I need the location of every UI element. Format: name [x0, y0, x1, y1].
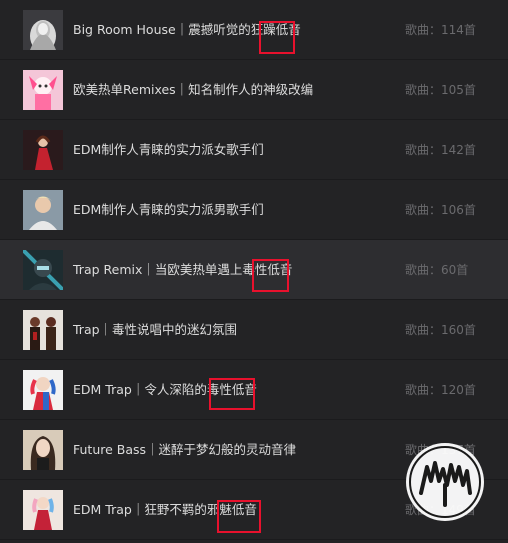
playlist-row[interactable]: Future Bass｜迷醉于梦幻般的灵动音律 歌曲：137首 [0, 420, 508, 480]
playlist-row[interactable]: Trap Remix｜当欧美热单遇上毒性低音 歌曲：60首 [0, 240, 508, 300]
playlist-song-count: 歌曲：137首 [405, 443, 476, 457]
playlist-song-count: 歌曲：106首 [405, 203, 476, 217]
playlist-cover[interactable] [23, 250, 63, 290]
playlist-title[interactable]: EDM制作人青睐的实力派女歌手们 [73, 120, 264, 180]
playlist-song-count: 歌曲：60首 [405, 263, 469, 277]
playlist-cover[interactable] [23, 190, 63, 230]
playlist-title[interactable]: Trap｜毒性说唱中的迷幻氛围 [73, 300, 237, 360]
playlist-row[interactable]: EDM制作人青睐的实力派女歌手们 歌曲：142首 [0, 120, 508, 180]
playlist-song-count: 歌曲：142首 [405, 143, 476, 157]
playlist-title[interactable]: EDM制作人青睐的实力派男歌手们 [73, 180, 264, 240]
playlist-song-count: 歌曲：120首 [405, 383, 476, 397]
playlist-list: Big Room House｜震撼听觉的狂躁低音 歌曲：114首 欧美热单Rem… [0, 0, 508, 540]
playlist-title[interactable]: EDM Trap｜令人深陷的毒性低音 [73, 360, 257, 420]
playlist-title[interactable]: Trap Remix｜当欧美热单遇上毒性低音 [73, 240, 292, 300]
playlist-title[interactable]: Future Bass｜迷醉于梦幻般的灵动音律 [73, 420, 296, 480]
playlist-cover[interactable] [23, 430, 63, 470]
playlist-row[interactable]: 欧美热单Remixes｜知名制作人的神级改编 歌曲：105首 [0, 60, 508, 120]
playlist-song-count: 歌曲：114首 [405, 23, 476, 37]
playlist-row[interactable]: Trap｜毒性说唱中的迷幻氛围 歌曲：160首 [0, 300, 508, 360]
playlist-row[interactable]: EDM Trap｜令人深陷的毒性低音 歌曲：120首 [0, 360, 508, 420]
playlist-song-count: 歌曲：160首 [405, 323, 476, 337]
playlist-cover[interactable] [23, 70, 63, 110]
playlist-title[interactable]: 欧美热单Remixes｜知名制作人的神级改编 [73, 60, 313, 120]
playlist-song-count: 歌曲：149首 [405, 503, 476, 517]
playlist-row[interactable]: EDM Trap｜狂野不羁的邪魅低音 歌曲：149首 [0, 480, 508, 540]
playlist-title[interactable]: Big Room House｜震撼听觉的狂躁低音 [73, 0, 301, 60]
playlist-title[interactable]: EDM Trap｜狂野不羁的邪魅低音 [73, 480, 257, 540]
playlist-cover[interactable] [23, 130, 63, 170]
playlist-cover[interactable] [23, 370, 63, 410]
playlist-cover[interactable] [23, 310, 63, 350]
playlist-row[interactable]: Big Room House｜震撼听觉的狂躁低音 歌曲：114首 [0, 0, 508, 60]
playlist-song-count: 歌曲：105首 [405, 83, 476, 97]
playlist-cover[interactable] [23, 10, 63, 50]
playlist-row[interactable]: EDM制作人青睐的实力派男歌手们 歌曲：106首 [0, 180, 508, 240]
playlist-cover[interactable] [23, 490, 63, 530]
